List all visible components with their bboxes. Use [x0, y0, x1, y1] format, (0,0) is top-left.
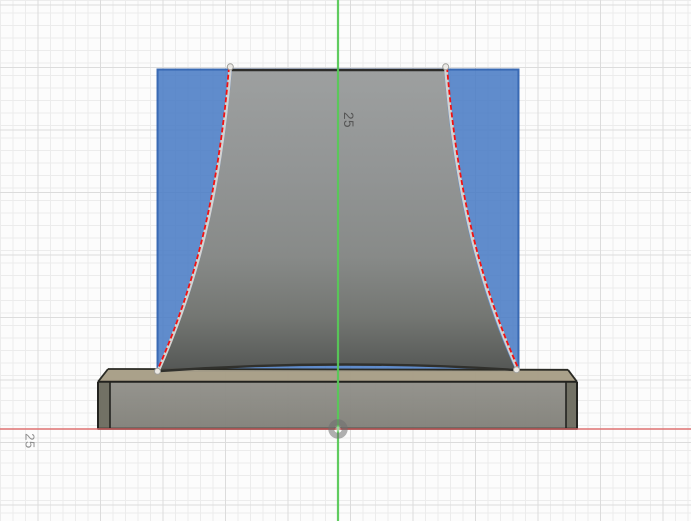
- base-right-chamfer-face[interactable]: [566, 382, 577, 429]
- base-left-chamfer-face[interactable]: [98, 382, 110, 429]
- origin-center: [335, 426, 340, 431]
- viewport-canvas[interactable]: 25 25: [0, 0, 691, 521]
- grid-label-horizontal-axis: 25: [23, 433, 38, 448]
- sketch-point[interactable]: [443, 64, 449, 70]
- sketch-point[interactable]: [227, 64, 233, 70]
- sketch-point[interactable]: [155, 368, 161, 374]
- sketch-point[interactable]: [514, 367, 520, 373]
- origin-point[interactable]: [331, 422, 345, 436]
- cad-viewport[interactable]: 25 25: [0, 0, 691, 521]
- grid-label-vertical-axis: 25: [341, 112, 356, 128]
